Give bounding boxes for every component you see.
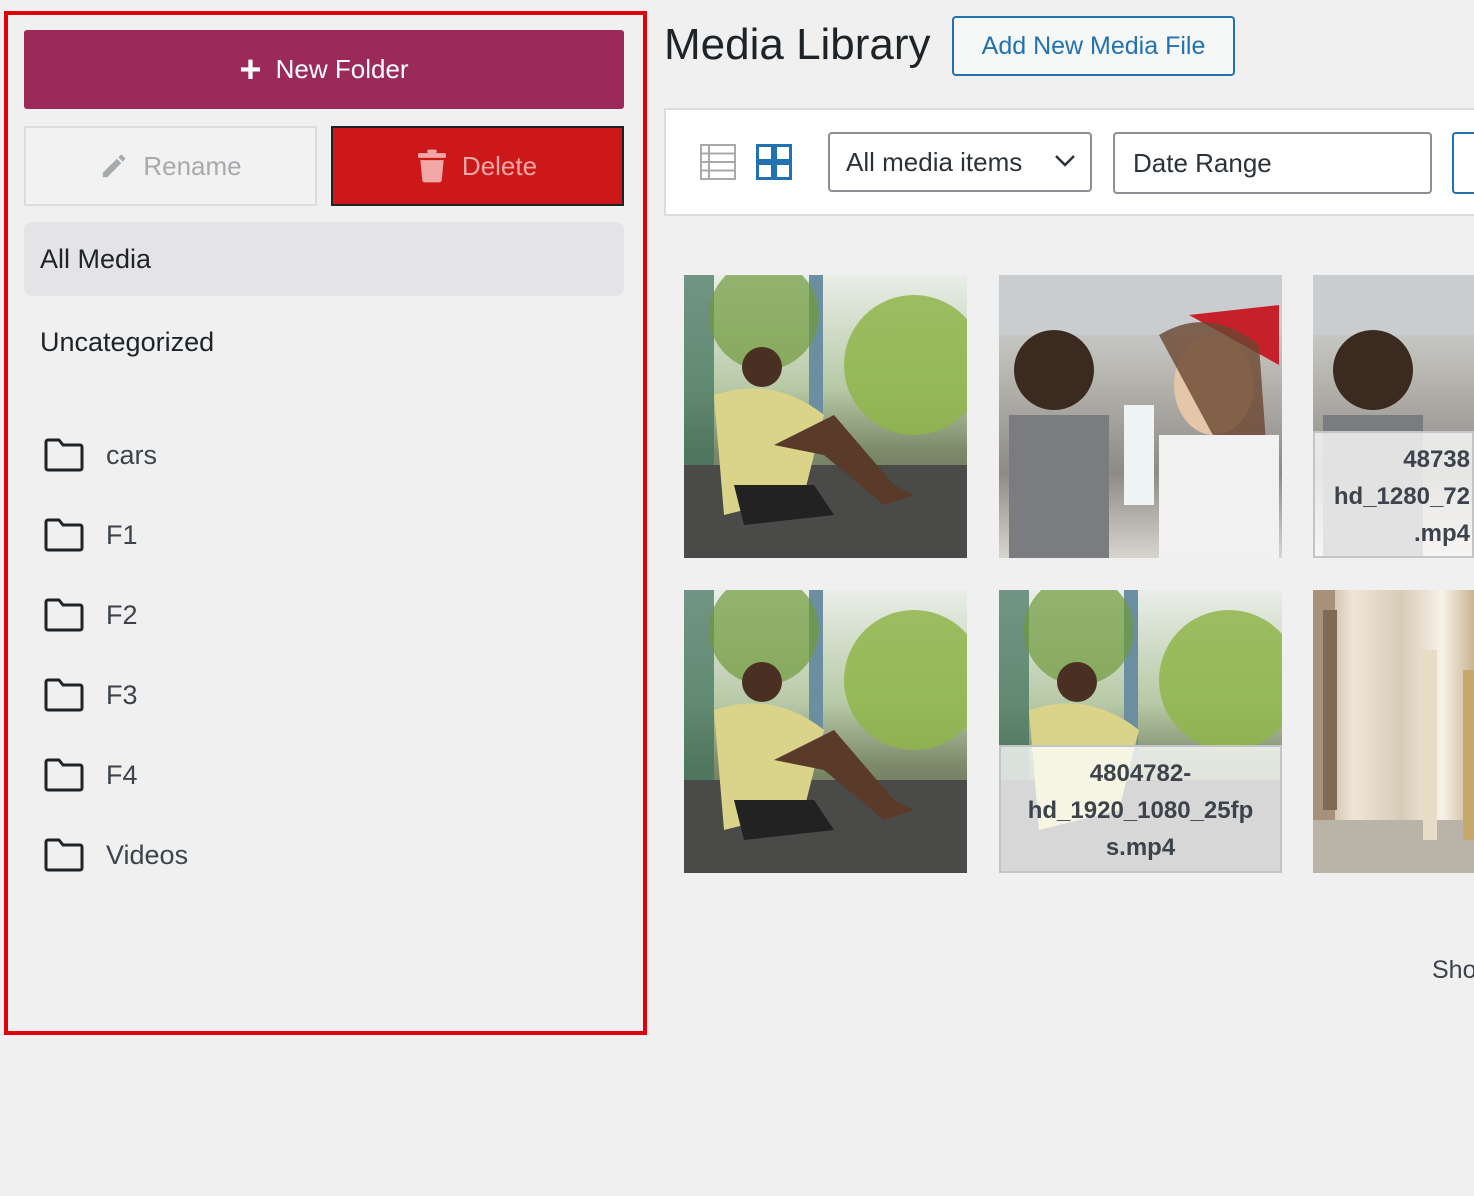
media-thumbnail (684, 275, 967, 558)
media-tile[interactable] (1313, 590, 1474, 873)
toolbar-partial-button[interactable] (1452, 132, 1474, 194)
add-new-media-button[interactable]: Add New Media File (952, 16, 1235, 76)
media-type-select[interactable]: All media items (828, 132, 1092, 192)
media-caption: 48738 hd_1280_72 .mp4 (1313, 431, 1474, 558)
all-media-item[interactable]: All Media (24, 222, 624, 296)
media-tile[interactable] (684, 590, 967, 873)
media-type-value: All media items (846, 146, 1023, 177)
folder-sidebar: + New Folder Rename Delete All Media Unc… (4, 11, 647, 1035)
rename-button[interactable]: Rename (24, 126, 317, 206)
folder-list: cars F1 F2 F3 F4 Videos (44, 415, 188, 895)
media-toolbar: All media items Date Range (664, 108, 1474, 216)
all-media-label: All Media (40, 243, 152, 274)
chevron-down-icon (1055, 155, 1075, 167)
trash-icon (417, 149, 446, 183)
uncategorized-item[interactable]: Uncategorized (40, 327, 214, 358)
caption-line: s.mp4 (1105, 834, 1176, 861)
folder-item-cars[interactable]: cars (44, 415, 188, 495)
folder-icon (44, 518, 84, 552)
page-title: Media Library (664, 20, 931, 69)
media-thumbnail (999, 275, 1282, 558)
media-caption: 4804782- hd_1920_1080_25fp s.mp4 (999, 745, 1282, 873)
folder-label: Videos (106, 839, 189, 870)
caption-line: hd_1280_72 (1333, 483, 1470, 510)
folder-icon (44, 678, 84, 712)
caption-line: .mp4 (1413, 520, 1470, 547)
media-thumbnail (1313, 590, 1474, 873)
caption-line: hd_1920_1080_25fp (1027, 797, 1254, 824)
caption-line: 4804782- (1089, 760, 1192, 787)
delete-label: Delete (461, 150, 538, 181)
folder-item-f1[interactable]: F1 (44, 495, 188, 575)
media-tile[interactable] (684, 275, 967, 558)
folder-label: F1 (106, 519, 138, 550)
folder-label: F4 (106, 759, 138, 790)
caption-line: 48738 (1403, 446, 1470, 473)
folder-icon (44, 758, 84, 792)
date-range-label: Date Range (1133, 147, 1272, 178)
pencil-icon (103, 154, 126, 178)
folder-item-f3[interactable]: F3 (44, 655, 188, 735)
folder-label: F3 (106, 679, 138, 710)
folder-icon (44, 438, 84, 472)
date-range-input[interactable]: Date Range (1113, 132, 1432, 194)
grid-view-icon[interactable] (756, 144, 792, 180)
rename-label: Rename (143, 150, 242, 181)
folder-item-videos[interactable]: Videos (44, 815, 188, 895)
list-view-icon[interactable] (700, 144, 736, 180)
plus-icon: + (239, 48, 262, 91)
new-folder-label: New Folder (275, 54, 409, 84)
media-tile[interactable]: 4804782- hd_1920_1080_25fp s.mp4 (999, 590, 1282, 873)
folder-item-f2[interactable]: F2 (44, 575, 188, 655)
media-thumbnail (684, 590, 967, 873)
folder-label: cars (106, 439, 158, 470)
new-folder-button[interactable]: + New Folder (24, 30, 624, 109)
folder-label: F2 (106, 599, 138, 630)
delete-button[interactable]: Delete (331, 126, 624, 206)
uncategorized-label: Uncategorized (40, 327, 215, 357)
folder-icon (44, 838, 84, 872)
show-more-text: Sho (1432, 956, 1474, 984)
media-tile[interactable]: 48738 hd_1280_72 .mp4 (1313, 275, 1474, 558)
folder-item-f4[interactable]: F4 (44, 735, 188, 815)
media-tile[interactable] (999, 275, 1282, 558)
folder-icon (44, 598, 84, 632)
